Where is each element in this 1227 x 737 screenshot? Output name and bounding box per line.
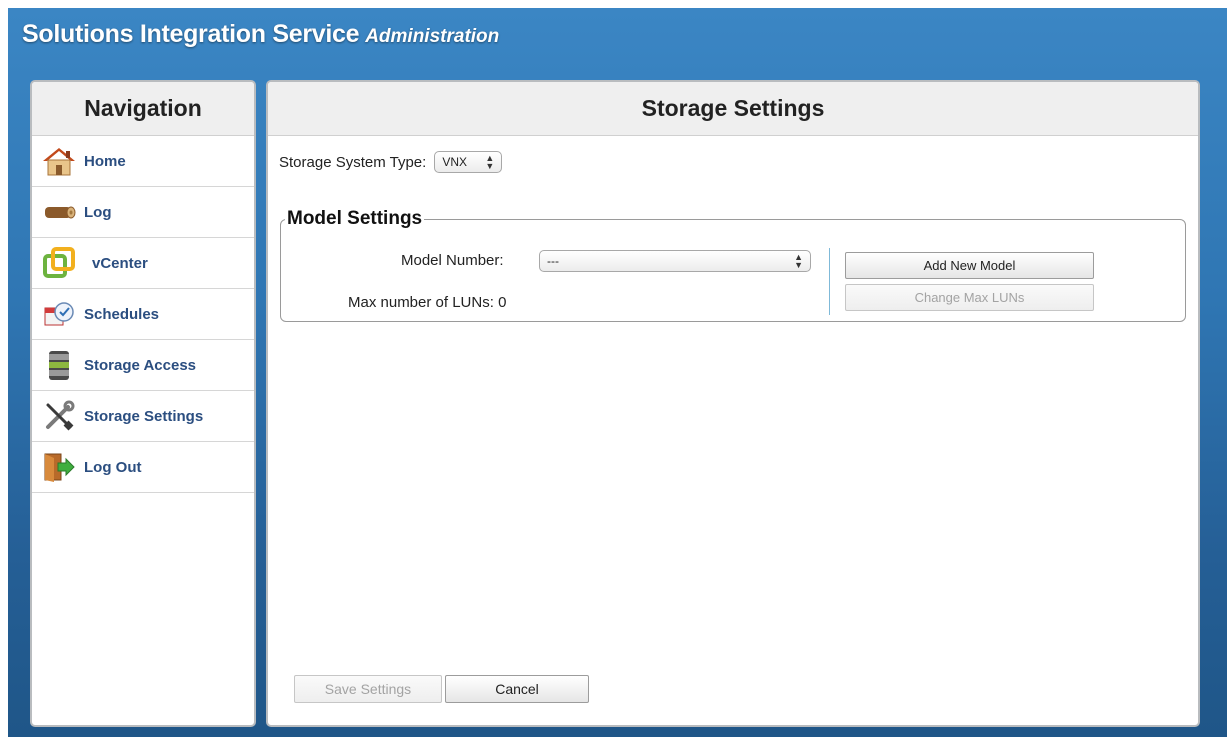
nav-item-storage-settings[interactable]: Storage Settings bbox=[32, 391, 254, 442]
updown-arrows-icon: ▲ ▼ bbox=[485, 153, 495, 171]
nav-item-schedules-label: Schedules bbox=[84, 305, 160, 323]
app-frame: Solutions Integration Service Administrat… bbox=[8, 8, 1227, 737]
save-settings-button[interactable]: Save Settings bbox=[294, 675, 442, 703]
calendar-icon bbox=[40, 297, 78, 331]
nav-item-storage-access-label: Storage Access bbox=[84, 356, 197, 374]
logout-icon bbox=[40, 450, 78, 484]
storage-system-type-row: Storage System Type: VNX ▲ ▼ bbox=[279, 151, 503, 173]
nav-item-storage-access[interactable]: Storage Access bbox=[32, 340, 254, 391]
log-icon bbox=[40, 195, 78, 229]
nav-item-storage-settings-label: Storage Settings bbox=[84, 407, 204, 425]
cancel-button[interactable]: Cancel bbox=[445, 675, 589, 703]
nav-item-log-out[interactable]: Log Out bbox=[32, 442, 254, 493]
nav-item-log-out-label: Log Out bbox=[84, 458, 142, 476]
page-title: Storage Settings bbox=[268, 82, 1198, 136]
storage-system-type-label: Storage System Type: bbox=[279, 153, 427, 171]
model-number-select[interactable]: --- ▲ ▼ bbox=[539, 250, 811, 272]
home-icon bbox=[40, 144, 78, 178]
nav-item-schedules[interactable]: Schedules bbox=[32, 289, 254, 340]
model-settings-group: Model Settings Model Number: --- ▲ ▼ Max … bbox=[280, 208, 1186, 322]
model-number-value: --- bbox=[547, 254, 559, 268]
change-max-luns-button[interactable]: Change Max LUNs bbox=[845, 284, 1094, 311]
tools-icon bbox=[40, 399, 78, 433]
nav-item-home-label: Home bbox=[84, 152, 126, 170]
navigation-panel: Navigation Home Log vCenter Schedules St… bbox=[30, 80, 256, 727]
vertical-divider bbox=[829, 248, 830, 315]
nav-item-vcenter-label: vCenter bbox=[92, 254, 148, 272]
model-settings-legend: Model Settings bbox=[287, 208, 423, 229]
storage-system-type-value: VNX bbox=[442, 155, 467, 169]
storage-icon bbox=[40, 348, 78, 382]
model-number-label: Model Number: bbox=[401, 252, 504, 269]
add-new-model-button[interactable]: Add New Model bbox=[845, 252, 1094, 279]
app-subtitle: Administration bbox=[365, 26, 500, 47]
nav-item-home[interactable]: Home bbox=[32, 136, 254, 187]
vcenter-icon bbox=[40, 246, 78, 280]
max-luns-value: 0 bbox=[498, 294, 507, 311]
nav-item-log[interactable]: Log bbox=[32, 187, 254, 238]
app-title: Solutions Integration Service Administrat… bbox=[22, 20, 499, 49]
app-title-text: Solutions Integration Service bbox=[22, 20, 360, 48]
nav-item-log-label: Log bbox=[84, 203, 112, 221]
max-luns-label-text: Max number of LUNs: bbox=[348, 294, 494, 311]
main-panel: Storage Settings Storage System Type: VN… bbox=[266, 80, 1200, 727]
storage-system-type-select[interactable]: VNX ▲ ▼ bbox=[434, 151, 503, 173]
updown-arrows-icon: ▲ ▼ bbox=[794, 252, 803, 270]
max-luns-label: Max number of LUNs: 0 bbox=[348, 294, 506, 311]
navigation-title: Navigation bbox=[32, 82, 254, 136]
nav-item-vcenter[interactable]: vCenter bbox=[32, 238, 254, 289]
